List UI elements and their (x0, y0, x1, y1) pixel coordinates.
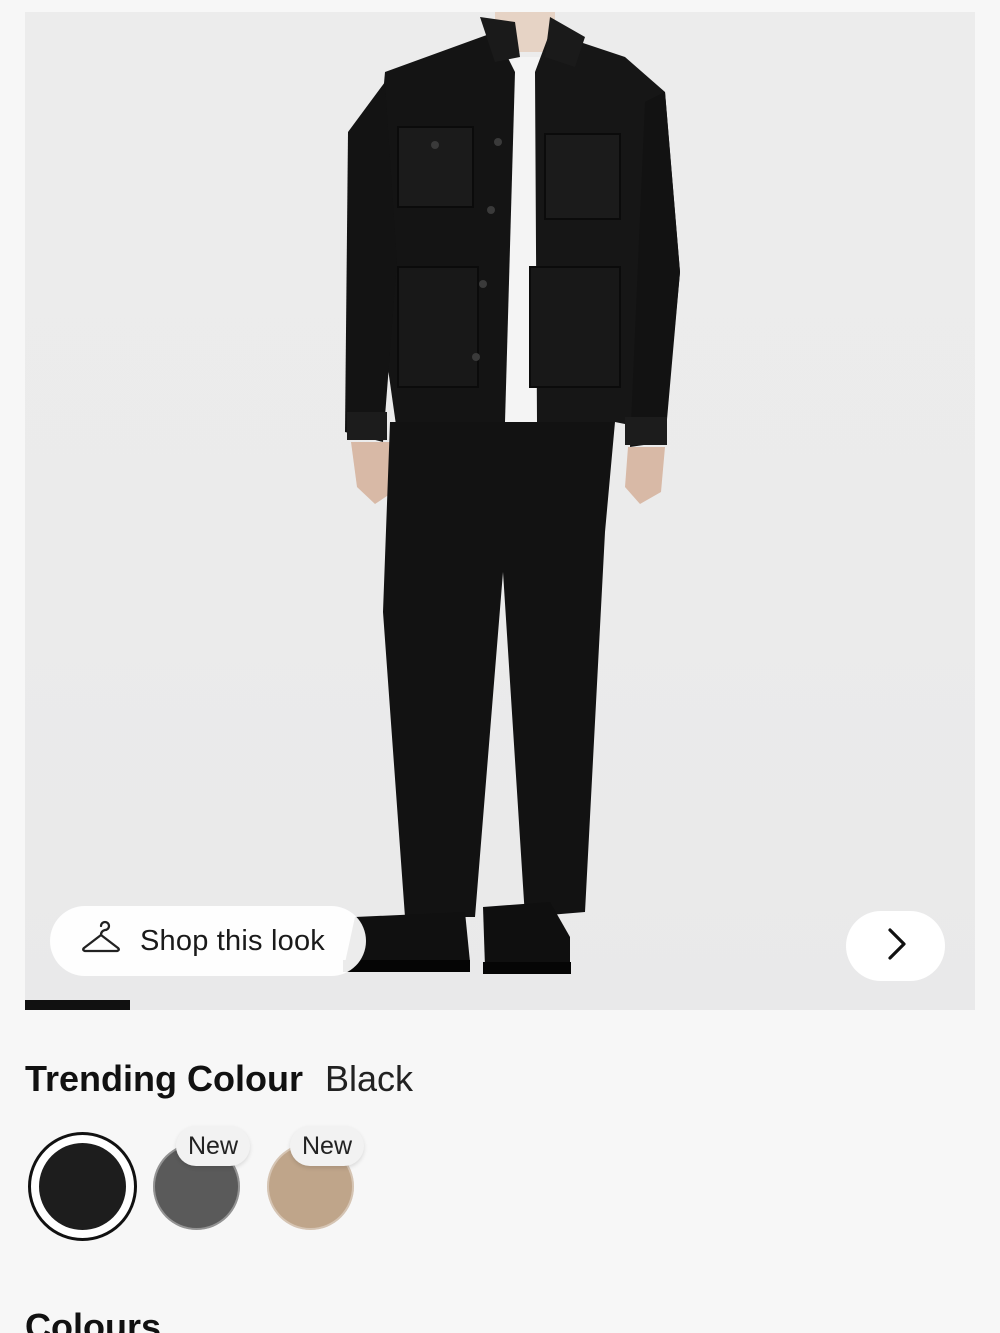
chevron-right-icon (882, 926, 910, 967)
model-photo (343, 12, 680, 974)
gallery-progress-fill (25, 1000, 130, 1010)
shop-this-look-button[interactable]: Shop this look (50, 906, 366, 976)
colour-swatch-black[interactable] (39, 1143, 126, 1230)
shop-this-look-label: Shop this look (140, 924, 325, 957)
trending-colour-value: Black (324, 1058, 414, 1099)
trending-colour-title: Trending Colour (25, 1058, 303, 1099)
new-badge: New (176, 1126, 251, 1166)
colours-heading: Colours (25, 1306, 162, 1333)
product-image[interactable]: Shop this look (25, 12, 975, 1010)
trending-colour-heading: Trending Colour Black (25, 1058, 413, 1100)
product-page: Shop this look Trending Colour Black New… (0, 0, 1000, 1333)
hanger-icon (80, 918, 122, 965)
gallery-progress-bar (25, 1000, 975, 1010)
next-image-button[interactable] (846, 911, 945, 981)
new-badge: New (290, 1126, 365, 1166)
